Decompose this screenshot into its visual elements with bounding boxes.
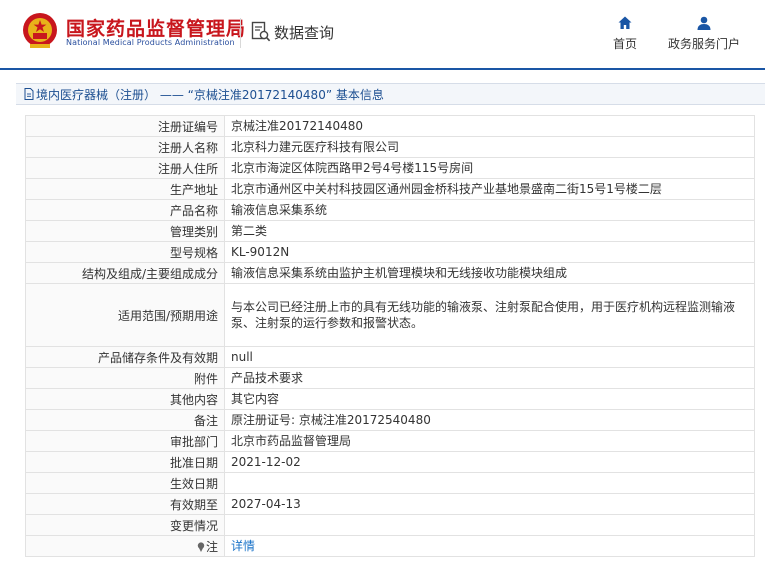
org-name-en: National Medical Products Administration	[66, 38, 235, 47]
row-label: 型号规格	[25, 241, 225, 263]
table-row: 管理类别 第二类	[25, 220, 755, 242]
breadcrumb: 境内医疗器械（注册） —— “京械注准20172140480” 基本信息	[16, 83, 765, 105]
table-row: 批准日期 2021-12-02	[25, 451, 755, 473]
row-value: 输液信息采集系统由监护主机管理模块和无线接收功能模块组成	[224, 262, 755, 284]
row-value: 北京市通州区中关村科技园区通州园金桥科技产业基地景盛南二街15号1号楼二层	[224, 178, 755, 200]
org-name-cn: 国家药品监督管理局	[66, 18, 247, 40]
row-label: 审批部门	[25, 430, 225, 452]
national-emblem-icon	[23, 13, 57, 48]
row-value: KL-9012N	[224, 241, 755, 263]
device-info-table: 注册证编号 京械注准20172140480 注册人名称 北京科力建元医疗科技有限公司…	[25, 115, 755, 557]
row-label: 注册人住所	[25, 157, 225, 179]
document-search-icon	[251, 21, 271, 42]
table-row: 注 详情	[25, 535, 755, 557]
table-row: 注册证编号 京械注准20172140480	[25, 115, 755, 137]
row-label: 注册人名称	[25, 136, 225, 158]
row-label: 注册证编号	[25, 115, 225, 137]
row-label: 有效期至	[25, 493, 225, 515]
document-icon	[24, 88, 34, 100]
row-label: 产品名称	[25, 199, 225, 221]
table-row: 产品名称 输液信息采集系统	[25, 199, 755, 221]
row-value: 北京科力建元医疗科技有限公司	[224, 136, 755, 158]
table-row: 注册人名称 北京科力建元医疗科技有限公司	[25, 136, 755, 158]
table-row: 其他内容 其它内容	[25, 388, 755, 410]
table-row: 附件 产品技术要求	[25, 367, 755, 389]
data-query-title: 数据查询	[251, 21, 334, 43]
table-row: 产品储存条件及有效期 null	[25, 346, 755, 368]
row-value: 京械注准20172140480	[224, 115, 755, 137]
row-value: 详情	[224, 535, 755, 557]
user-icon	[697, 16, 711, 30]
table-row: 结构及组成/主要组成成分 输液信息采集系统由监护主机管理模块和无线接收功能模块组成	[25, 262, 755, 284]
row-value	[224, 472, 755, 494]
nav-gov-services[interactable]: 政务服务门户	[668, 15, 740, 52]
row-value: 输液信息采集系统	[224, 199, 755, 221]
row-value	[224, 514, 755, 536]
row-value: 产品技术要求	[224, 367, 755, 389]
row-label: 生效日期	[25, 472, 225, 494]
row-label: 管理类别	[25, 220, 225, 242]
row-label: 注	[25, 535, 225, 557]
table-row: 生效日期	[25, 472, 755, 494]
row-label: 适用范围/预期用途	[25, 283, 225, 347]
nav-home[interactable]: 首页	[613, 15, 637, 52]
table-row: 有效期至 2027-04-13	[25, 493, 755, 515]
details-link[interactable]: 详情	[231, 539, 255, 553]
nav-home-label: 首页	[613, 37, 638, 51]
row-label: 变更情况	[25, 514, 225, 536]
row-label: 结构及组成/主要组成成分	[25, 262, 225, 284]
table-row: 适用范围/预期用途 与本公司已经注册上市的具有无线功能的输液泵、注射泵配合使用，用…	[25, 283, 755, 347]
table-row: 生产地址 北京市通州区中关村科技园区通州园金桥科技产业基地景盛南二街15号1号楼二…	[25, 178, 755, 200]
row-label: 其他内容	[25, 388, 225, 410]
table-row: 型号规格 KL-9012N	[25, 241, 755, 263]
site-header: 国家药品监督管理局 National Medical Products Admi…	[0, 0, 765, 68]
header-rule	[0, 68, 765, 70]
row-value: 北京市药品监督管理局	[224, 430, 755, 452]
row-value: 2021-12-02	[224, 451, 755, 473]
data-query-label: 数据查询	[274, 23, 335, 42]
row-label: 备注	[25, 409, 225, 431]
row-label: 生产地址	[25, 178, 225, 200]
row-value: 北京市海淀区体院西路甲2号4号楼115号房间	[224, 157, 755, 179]
row-value: 原注册证号: 京械注准20172540480	[224, 409, 755, 431]
table-row: 注册人住所 北京市海淀区体院西路甲2号4号楼115号房间	[25, 157, 755, 179]
row-value: 与本公司已经注册上市的具有无线功能的输液泵、注射泵配合使用，用于医疗机构远程监测…	[224, 283, 755, 347]
table-row: 备注 原注册证号: 京械注准20172540480	[25, 409, 755, 431]
home-icon	[618, 16, 632, 29]
breadcrumb-text: 境内医疗器械（注册） —— “京械注准20172140480” 基本信息	[36, 87, 384, 102]
header-divider	[240, 18, 241, 48]
row-value: 其它内容	[224, 388, 755, 410]
nav-gov-services-label: 政务服务门户	[668, 37, 741, 51]
row-label-note: 注	[205, 539, 218, 554]
row-value: 第二类	[224, 220, 755, 242]
table-row: 审批部门 北京市药品监督管理局	[25, 430, 755, 452]
table-row: 变更情况	[25, 514, 755, 536]
row-value: null	[224, 346, 755, 368]
pin-icon	[197, 541, 205, 552]
row-label: 批准日期	[25, 451, 225, 473]
row-label: 附件	[25, 367, 225, 389]
row-label: 产品储存条件及有效期	[25, 346, 225, 368]
row-value: 2027-04-13	[224, 493, 755, 515]
